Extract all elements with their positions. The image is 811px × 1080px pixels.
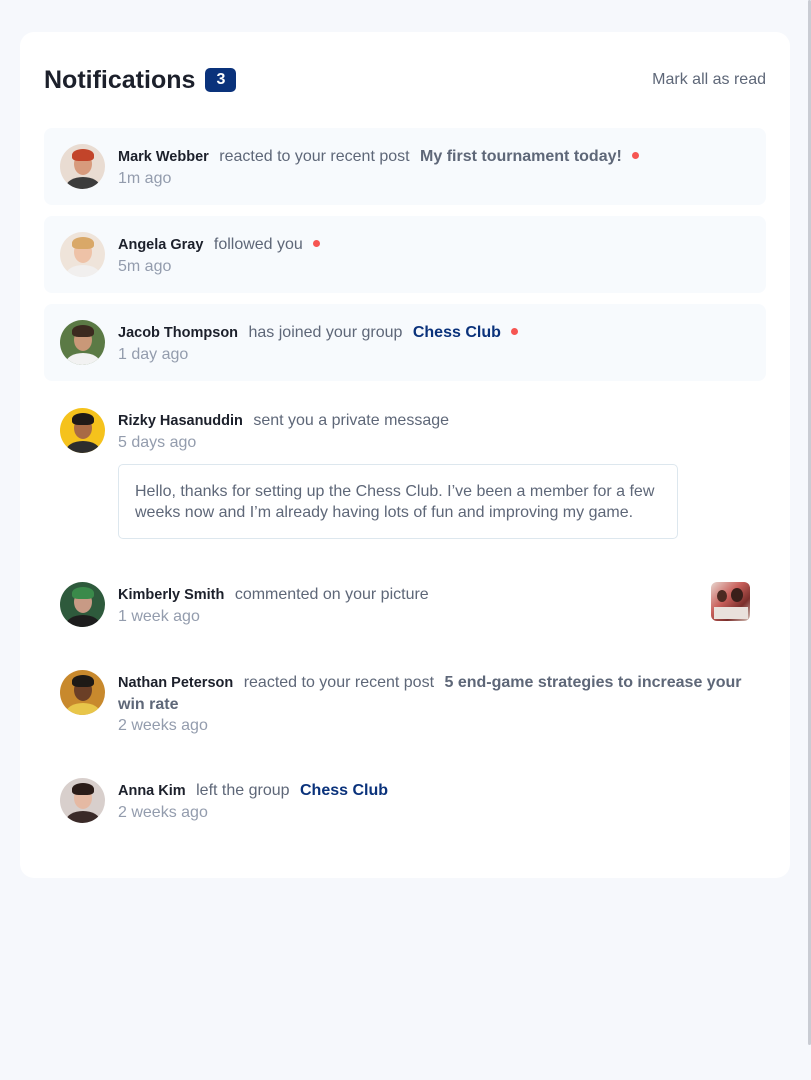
avatar[interactable]	[60, 144, 105, 189]
avatar[interactable]	[60, 320, 105, 365]
notification-content: Rizky Hasanuddin sent you a private mess…	[118, 408, 750, 539]
avatar[interactable]	[60, 582, 105, 627]
header-title-group: Notifications 3	[44, 65, 237, 95]
mark-all-read-button[interactable]: Mark all as read	[652, 71, 766, 89]
timestamp: 5 days ago	[118, 434, 197, 451]
group-link[interactable]: Chess Club	[300, 782, 388, 799]
notification-action: reacted to your recent post	[243, 674, 435, 691]
timestamp: 1 week ago	[118, 608, 200, 625]
notification-action: followed you	[213, 236, 303, 253]
notification-action: has joined your group	[248, 324, 403, 341]
unread-dot-icon	[313, 240, 321, 248]
notifications-panel: Notifications 3 Mark all as read Mark We…	[20, 32, 790, 878]
notification-content: Angela Gray followed you 5m ago	[118, 232, 750, 276]
timestamp: 2 weeks ago	[118, 717, 208, 734]
unread-dot-icon	[632, 152, 640, 160]
notification-content: Kimberly Smith commented on your picture…	[118, 582, 750, 626]
timestamp: 2 weeks ago	[118, 804, 208, 821]
private-message[interactable]: Hello, thanks for setting up the Chess C…	[118, 464, 678, 539]
notification-action: sent you a private message	[253, 412, 450, 429]
notification-content: Anna Kim left the group Chess Club 2 wee…	[118, 778, 750, 822]
notification-content: Jacob Thompson has joined your group Che…	[118, 320, 750, 364]
user-name[interactable]: Mark Webber	[118, 149, 209, 165]
unread-count-badge: 3	[205, 68, 237, 92]
notification-content: Mark Webber reacted to your recent post …	[118, 144, 750, 188]
notification-content: Nathan Peterson reacted to your recent p…	[118, 670, 750, 735]
user-name[interactable]: Angela Gray	[118, 237, 203, 253]
timestamp: 1m ago	[118, 170, 172, 187]
notification-action: left the group	[196, 782, 290, 799]
notification-item[interactable]: Jacob Thompson has joined your group Che…	[44, 304, 766, 381]
user-name[interactable]: Kimberly Smith	[118, 587, 224, 603]
notification-item[interactable]: Kimberly Smith commented on your picture…	[44, 566, 766, 643]
notification-item[interactable]: Mark Webber reacted to your recent post …	[44, 128, 766, 205]
notification-item[interactable]: Rizky Hasanuddin sent you a private mess…	[44, 392, 766, 555]
avatar[interactable]	[60, 408, 105, 453]
notification-item[interactable]: Anna Kim left the group Chess Club 2 wee…	[44, 762, 766, 839]
avatar[interactable]	[60, 232, 105, 277]
user-name[interactable]: Rizky Hasanuddin	[118, 413, 243, 429]
notification-action: commented on your picture	[234, 586, 429, 603]
user-name[interactable]: Nathan Peterson	[118, 675, 233, 691]
group-link[interactable]: Chess Club	[413, 324, 501, 341]
avatar[interactable]	[60, 778, 105, 823]
timestamp: 5m ago	[118, 258, 172, 275]
notification-action: reacted to your recent post	[219, 148, 410, 165]
user-name[interactable]: Jacob Thompson	[118, 325, 238, 341]
unread-dot-icon	[511, 328, 519, 336]
user-name[interactable]: Anna Kim	[118, 783, 186, 799]
timestamp: 1 day ago	[118, 346, 189, 363]
page-title: Notifications	[44, 65, 196, 94]
avatar[interactable]	[60, 670, 105, 715]
post-link[interactable]: My first tournament today!	[420, 148, 622, 165]
notification-item[interactable]: Angela Gray followed you 5m ago	[44, 216, 766, 293]
notification-item[interactable]: Nathan Peterson reacted to your recent p…	[44, 654, 766, 751]
commented-picture-thumbnail[interactable]	[711, 582, 750, 621]
panel-header: Notifications 3 Mark all as read	[44, 65, 766, 95]
